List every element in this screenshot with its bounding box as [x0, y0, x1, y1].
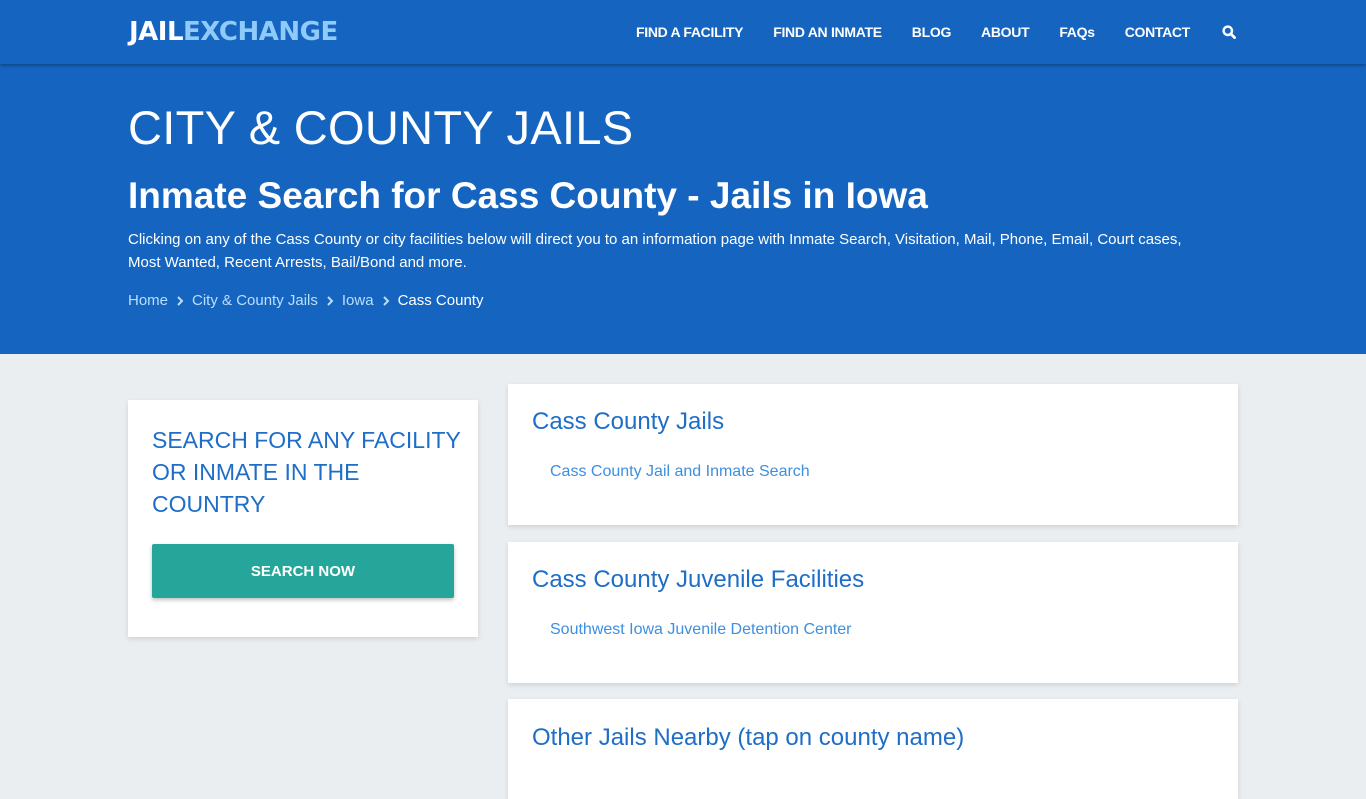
- chevron-right-icon: [318, 295, 342, 307]
- breadcrumb-iowa[interactable]: Iowa: [342, 290, 374, 312]
- nav-blog[interactable]: BLOG: [912, 0, 952, 64]
- search-promo-card: SEARCH FOR ANY FACILITY OR INMATE IN THE…: [128, 400, 478, 637]
- breadcrumb-home[interactable]: Home: [128, 290, 168, 312]
- search-now-button[interactable]: SEARCH NOW: [152, 544, 454, 598]
- search-promo-heading: SEARCH FOR ANY FACILITY OR INMATE IN THE…: [152, 427, 461, 517]
- section-title: Cass County Jails: [532, 408, 725, 435]
- page-description: Clicking on any of the Cass County or ci…: [128, 231, 1182, 271]
- breadcrumb: Home City & County Jails Iowa Cass Count…: [128, 290, 483, 312]
- facility-link[interactable]: Cass County Jail and Inmate Search: [550, 461, 810, 483]
- breadcrumb-current: Cass County: [397, 292, 484, 309]
- nav-find-a-facility[interactable]: FIND A FACILITY: [636, 0, 744, 64]
- section-card-nearby-jails: Other Jails Nearby (tap on county name): [508, 699, 1238, 799]
- nav-about[interactable]: ABOUT: [981, 0, 1030, 64]
- chevron-right-icon: [168, 295, 192, 307]
- logo-text-jail: JAIL: [129, 17, 184, 47]
- breadcrumb-city-county-jails[interactable]: City & County Jails: [192, 290, 318, 312]
- logo-text-exchange: EXCHANGE: [183, 17, 338, 47]
- facility-link[interactable]: Southwest Iowa Juvenile Detention Center: [550, 619, 852, 641]
- nav-find-an-inmate[interactable]: FIND AN INMATE: [773, 0, 882, 64]
- top-navbar: JAILEXCHANGE FIND A FACILITY FIND AN INM…: [0, 0, 1366, 64]
- nav-faqs[interactable]: FAQs: [1059, 0, 1095, 64]
- chevron-right-icon: [374, 295, 398, 307]
- search-icon: [1222, 25, 1236, 39]
- site-logo[interactable]: JAILEXCHANGE: [129, 16, 338, 48]
- section-title: Cass County Juvenile Facilities: [532, 566, 865, 593]
- page-title: CITY & COUNTY JAILS: [128, 101, 634, 154]
- main-nav: FIND A FACILITY FIND AN INMATE BLOG ABOU…: [606, 0, 1238, 64]
- section-card-county-jails: Cass County Jails Cass County Jail and I…: [508, 384, 1238, 525]
- hero-banner: CITY & COUNTY JAILS Inmate Search for Ca…: [0, 64, 1366, 354]
- search-button[interactable]: [1220, 23, 1238, 41]
- page-subtitle: Inmate Search for Cass County - Jails in…: [128, 175, 928, 216]
- nav-contact[interactable]: CONTACT: [1125, 0, 1191, 64]
- section-title: Other Jails Nearby (tap on county name): [532, 724, 965, 751]
- section-card-juvenile-facilities: Cass County Juvenile Facilities Southwes…: [508, 542, 1238, 683]
